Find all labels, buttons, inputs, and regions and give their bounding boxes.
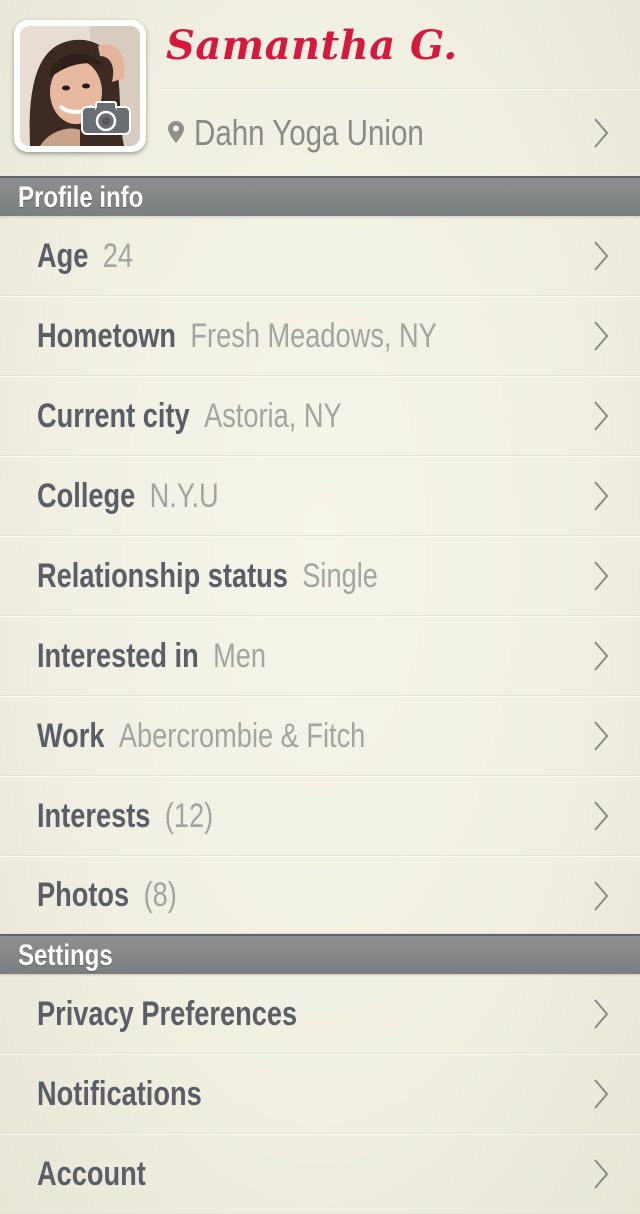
profile-row-hometown[interactable]: Hometown Fresh Meadows, NY xyxy=(0,296,640,376)
chevron-right-icon xyxy=(594,561,608,591)
chevron-right-icon xyxy=(594,481,608,511)
profile-header: Samantha G. Dahn Yoga Union xyxy=(0,0,640,176)
profile-name: Samantha G. xyxy=(166,22,458,69)
row-value: (12) xyxy=(164,797,214,835)
chevron-right-icon xyxy=(594,999,608,1029)
avatar xyxy=(20,26,140,146)
section-title: Profile info xyxy=(18,181,144,214)
camera-icon[interactable] xyxy=(80,100,132,136)
profile-row-work[interactable]: Work Abercrombie & Fitch xyxy=(0,696,640,776)
settings-row-privacy-preferences[interactable]: Privacy Preferences xyxy=(0,974,640,1054)
profile-row-interested-in[interactable]: Interested in Men xyxy=(0,616,640,696)
row-label: Relationship status xyxy=(37,557,288,595)
section-header-settings: Settings xyxy=(0,934,640,974)
location-label: Dahn Yoga Union xyxy=(194,112,424,153)
profile-row-interests[interactable]: Interests (12) xyxy=(0,776,640,856)
location-row[interactable]: Dahn Yoga Union xyxy=(160,90,640,176)
profile-screen: Samantha G. Dahn Yoga Union Profile info… xyxy=(0,0,640,1214)
row-label: Work xyxy=(37,717,105,755)
row-label: Interests xyxy=(37,797,151,835)
profile-row-college[interactable]: College N.Y.U xyxy=(0,456,640,536)
settings-row-account[interactable]: Account xyxy=(0,1134,640,1214)
header-divider xyxy=(160,88,640,89)
map-pin-icon xyxy=(168,121,184,143)
chevron-right-icon xyxy=(594,1079,608,1109)
profile-row-relationship-status[interactable]: Relationship status Single xyxy=(0,536,640,616)
row-value: (8) xyxy=(143,876,177,914)
row-value: Fresh Meadows, NY xyxy=(190,317,437,355)
row-label: Notifications xyxy=(37,1075,202,1113)
row-label: Age xyxy=(37,237,89,275)
row-label: College xyxy=(37,477,136,515)
section-header-profile-info: Profile info xyxy=(0,176,640,216)
row-value: N.Y.U xyxy=(149,477,219,515)
row-label: Current city xyxy=(37,397,190,435)
section-title: Settings xyxy=(18,939,113,972)
chevron-right-icon xyxy=(594,641,608,671)
chevron-right-icon xyxy=(594,401,608,431)
chevron-right-icon xyxy=(594,881,608,911)
row-label: Interested in xyxy=(37,637,199,675)
chevron-right-icon xyxy=(594,801,608,831)
row-value: Astoria, NY xyxy=(204,397,342,435)
chevron-right-icon xyxy=(594,118,608,148)
chevron-right-icon xyxy=(594,1159,608,1189)
row-value: Single xyxy=(302,557,378,595)
settings-row-notifications[interactable]: Notifications xyxy=(0,1054,640,1134)
profile-row-photos[interactable]: Photos (8) xyxy=(0,856,640,934)
row-label: Account xyxy=(37,1155,146,1193)
row-value: 24 xyxy=(102,237,134,275)
avatar-button[interactable] xyxy=(14,20,146,152)
row-label: Privacy Preferences xyxy=(37,995,298,1033)
chevron-right-icon xyxy=(594,321,608,351)
chevron-right-icon xyxy=(594,241,608,271)
row-label: Hometown xyxy=(37,317,177,355)
row-value: Men xyxy=(213,637,267,675)
profile-row-current-city[interactable]: Current city Astoria, NY xyxy=(0,376,640,456)
row-value: Abercrombie & Fitch xyxy=(118,717,366,755)
profile-row-age[interactable]: Age 24 xyxy=(0,216,640,296)
row-label: Photos xyxy=(37,876,130,914)
chevron-right-icon xyxy=(594,721,608,751)
